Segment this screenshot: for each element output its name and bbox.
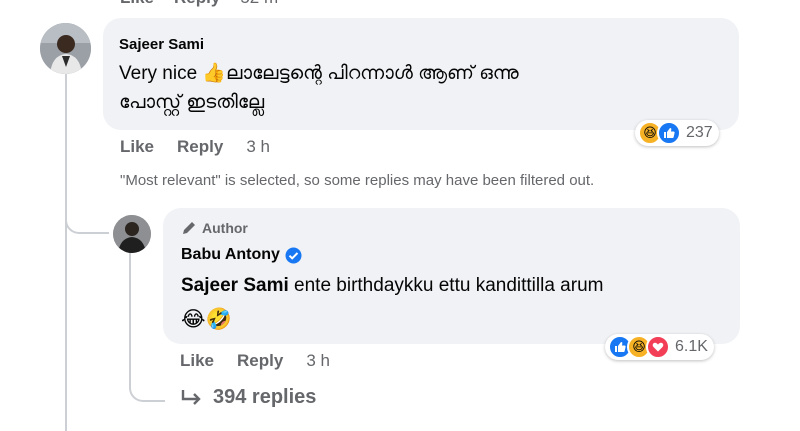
- reply-link[interactable]: Reply: [177, 137, 223, 157]
- comment-text-line2: പോസ്റ്റ് ഇടതില്ലേ: [119, 92, 265, 113]
- like-reaction-icon: [657, 121, 681, 145]
- author-badge: Author: [181, 220, 248, 236]
- like-link[interactable]: Like: [120, 0, 154, 8]
- reply-body: ente birthdaykku ettu kandittilla arum: [288, 275, 604, 296]
- mention-link[interactable]: Sajeer Sami: [181, 275, 289, 296]
- like-link[interactable]: Like: [180, 351, 214, 371]
- comment-text-line1: Very nice 👍ലാലേട്ടന്റെ പിറന്നാൾ ആണ് ഒന്ന…: [119, 63, 519, 84]
- verified-badge-icon: [285, 247, 302, 263]
- profile-photo-icon: [113, 215, 151, 253]
- reply-text: Sajeer Sami ente birthdaykku ettu kandit…: [181, 272, 603, 300]
- thread-curve-reply: [65, 214, 109, 234]
- pen-icon: [183, 222, 195, 234]
- comment-bubble: Sajeer Sami Very nice 👍ലാലേട്ടന്റെ പിറന്…: [103, 18, 739, 130]
- reply-emojis: 😂🤣: [181, 307, 232, 331]
- view-more-replies[interactable]: 394 replies: [180, 386, 316, 409]
- reply-author[interactable]: Babu Antony: [181, 246, 280, 264]
- profile-photo-icon: [40, 23, 91, 74]
- reaction-summary[interactable]: 😆 6.1K: [605, 334, 714, 360]
- reply-arrow-icon: [181, 389, 201, 405]
- filter-notice: "Most relevant" is selected, so some rep…: [120, 172, 595, 189]
- reply-link[interactable]: Reply: [237, 351, 283, 371]
- like-link[interactable]: Like: [120, 137, 154, 157]
- reply-link[interactable]: Reply: [174, 0, 220, 8]
- reply-author-row: Babu Antony: [181, 246, 302, 264]
- timestamp[interactable]: 3 h: [246, 137, 270, 157]
- love-reaction-icon: [646, 335, 670, 359]
- avatar[interactable]: [113, 215, 151, 253]
- previous-comment-actions: Like Reply 52 m: [120, 0, 278, 8]
- comment-author[interactable]: Sajeer Sami: [119, 36, 204, 53]
- reply-actions: Like Reply 3 h: [180, 351, 330, 371]
- timestamp[interactable]: 52 m: [240, 0, 278, 8]
- timestamp[interactable]: 3 h: [306, 351, 330, 371]
- comment-actions: Like Reply 3 h: [120, 137, 270, 157]
- author-badge-label: Author: [202, 220, 248, 236]
- reaction-count: 6.1K: [675, 338, 708, 355]
- reply-bubble: Author Babu Antony Sajeer Sami ente birt…: [163, 208, 740, 344]
- avatar[interactable]: [40, 23, 91, 74]
- reaction-summary[interactable]: 😆 237: [635, 120, 719, 146]
- thread-line-main: [65, 72, 67, 431]
- comment-text: Very nice 👍ലാലേട്ടന്റെ പിറന്നാൾ ആണ് ഒന്ന…: [119, 59, 729, 117]
- thread-curve-more: [129, 252, 165, 402]
- reaction-count: 237: [686, 124, 713, 141]
- more-replies-label[interactable]: 394 replies: [213, 386, 316, 409]
